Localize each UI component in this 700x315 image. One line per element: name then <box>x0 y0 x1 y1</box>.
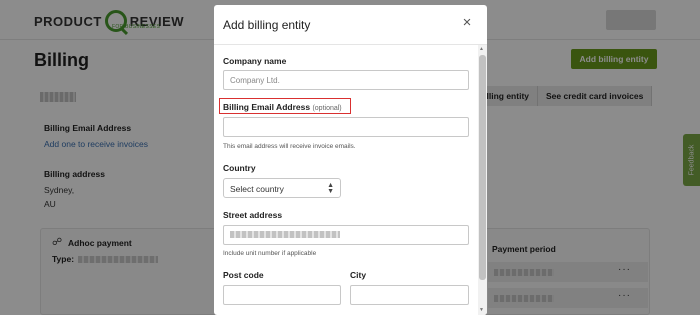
country-selected-value: Select country <box>230 184 284 194</box>
close-icon[interactable]: × <box>459 15 475 31</box>
company-name-label: Company name <box>223 56 287 66</box>
country-select[interactable]: Select country ▲ ▼ <box>223 178 341 198</box>
city-input[interactable] <box>350 285 469 305</box>
modal-scrollbar[interactable]: ▲ ▼ <box>478 45 487 315</box>
modal-title: Add billing entity <box>223 18 311 32</box>
billing-email-input[interactable] <box>223 117 469 137</box>
optional-tag: (optional) <box>312 105 342 112</box>
select-arrows-icon: ▲ ▼ <box>327 182 334 195</box>
redacted-street-value <box>230 231 340 238</box>
postcode-input[interactable] <box>223 285 341 305</box>
billing-email-label-text: Billing Email Address <box>223 102 311 112</box>
billing-email-help: This email address will receive invoice … <box>223 143 356 150</box>
city-label: City <box>350 270 367 280</box>
scrollbar-thumb[interactable] <box>479 55 486 280</box>
postcode-label: Post code <box>223 270 264 280</box>
add-billing-entity-modal: Add billing entity × Company name Billin… <box>214 5 487 315</box>
country-label: Country <box>223 163 256 173</box>
scroll-down-icon[interactable]: ▼ <box>479 307 484 313</box>
scroll-up-icon[interactable]: ▲ <box>479 46 484 52</box>
billing-email-label: Billing Email Address (optional) <box>223 102 342 112</box>
company-name-input[interactable] <box>223 70 469 90</box>
street-address-label: Street address <box>223 210 283 220</box>
street-address-help: Include unit number if applicable <box>223 250 317 257</box>
modal-header: Add billing entity × <box>214 5 487 45</box>
